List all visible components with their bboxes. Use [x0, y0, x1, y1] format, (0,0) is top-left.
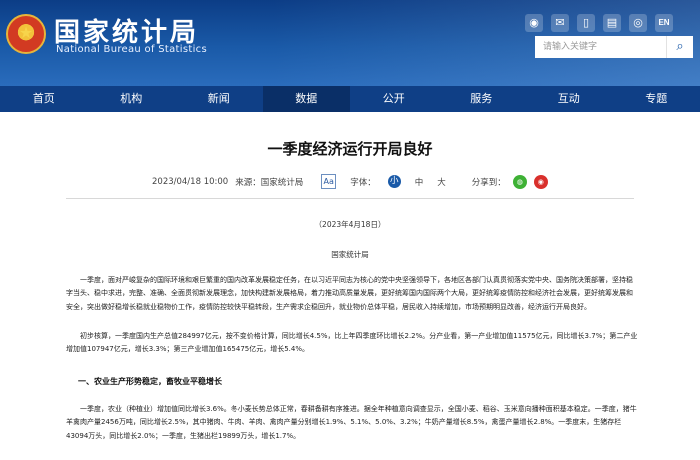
nav-item-service[interactable]: 服务	[438, 86, 526, 112]
section-heading-1: 一、农业生产形势稳定，畜牧业平稳增长	[78, 377, 222, 386]
font-size-label: 字体：	[350, 177, 376, 188]
release-bureau: 国家统计局	[331, 250, 369, 259]
nav-item-news[interactable]: 新闻	[175, 86, 263, 112]
nav-item-home[interactable]: 首页	[0, 86, 88, 112]
national-emblem-icon[interactable]	[6, 14, 46, 54]
article-title: 一季度经济运行开局良好	[267, 140, 433, 158]
article-paragraph-1: 一季度，面对严峻复杂的国际环境和艰巨繁重的国内改革发展稳定任务，在以习近平同志为…	[66, 276, 633, 311]
accessibility-icon[interactable]: ◎	[629, 14, 647, 32]
site-header: 国家统计局 National Bureau of Statistics ◉ ✉ …	[0, 0, 700, 86]
top-icon-bar: ◉ ✉ ▯ ▤ ◎ EN	[525, 14, 673, 32]
font-toggle-button[interactable]: Aa	[321, 174, 337, 189]
weibo-icon[interactable]: ◉	[525, 14, 543, 32]
nav-item-organization[interactable]: 机构	[88, 86, 176, 112]
wechat-icon[interactable]: ✉	[551, 14, 569, 32]
title-divider	[66, 198, 634, 199]
article-meta: 2023/04/18 10:00 来源：国家统计局 Aa 字体： 小 中 大 分…	[152, 174, 555, 189]
font-size-small[interactable]: 小	[387, 175, 401, 188]
share-weibo-icon[interactable]: ◉	[533, 174, 548, 189]
share-wechat-icon[interactable]: ◍	[512, 174, 527, 189]
share-label: 分享到：	[471, 177, 506, 188]
english-link[interactable]: EN	[655, 14, 673, 32]
search-icon[interactable]: ⌕	[666, 36, 693, 58]
article-source: 来源：国家统计局	[235, 177, 304, 188]
nav-item-topics[interactable]: 专题	[613, 86, 700, 112]
mobile-icon[interactable]: ▯	[577, 14, 595, 32]
release-date: （2023年4月18日）	[314, 220, 386, 229]
site-title-en: National Bureau of Statistics	[56, 44, 207, 55]
font-size-medium[interactable]: 中	[415, 176, 424, 188]
article-datetime: 2023/04/18 10:00	[152, 176, 229, 187]
nav-item-interaction[interactable]: 互动	[525, 86, 613, 112]
nav-item-public[interactable]: 公开	[350, 86, 438, 112]
main-nav: 首页 机构 新闻 数据 公开 服务 互动 专题	[0, 86, 700, 112]
font-size-large[interactable]: 大	[437, 176, 446, 188]
article-paragraph-3: 一季度，农业（种植业）增加值同比增长3.6%。冬小麦长势总体正常，春耕备耕有序推…	[66, 405, 637, 440]
chart-icon[interactable]: ▤	[603, 14, 621, 32]
nav-item-data[interactable]: 数据	[262, 86, 350, 112]
article-paragraph-2: 初步核算，一季度国内生产总值284997亿元，按不变价格计算，同比增长4.5%，…	[66, 332, 638, 354]
